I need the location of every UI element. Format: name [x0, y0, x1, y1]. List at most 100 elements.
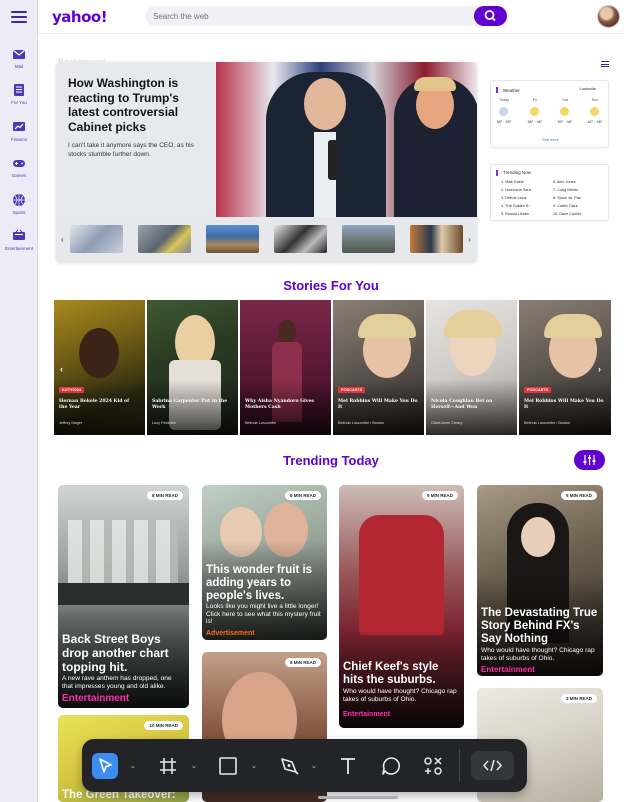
chevron-left-icon[interactable]: ‹	[60, 364, 63, 374]
hero-thumbnail[interactable]	[342, 225, 395, 253]
story-caption: Why Aisha Nyandoro Gives Mothers Cash	[245, 399, 314, 410]
sidebar-item-for-you[interactable]: For You	[0, 83, 38, 105]
yahoo-logo[interactable]: yahoo!	[52, 8, 108, 26]
hero-headline[interactable]: How Washington is reacting to Trump's la…	[68, 76, 204, 134]
hero-thumbnail[interactable]	[274, 225, 327, 253]
trending-item[interactable]: 2. Hurricane Sara	[501, 188, 531, 192]
frame-tool-button[interactable]	[155, 753, 181, 779]
menu-icon[interactable]	[601, 61, 609, 67]
sidebar-item-finance[interactable]: Finance	[0, 120, 38, 142]
hamburger-icon[interactable]	[11, 11, 27, 23]
trending-item[interactable]: 8. Tyson vs. Pau	[553, 196, 581, 200]
hero-thumbnail[interactable]	[138, 225, 191, 253]
read-time-badge: 3 MIN READ	[560, 694, 597, 703]
read-time-badge: 10 MIN READ	[144, 721, 183, 730]
story-byline: Belinda Luscombe	[245, 421, 277, 425]
story-caption: Hernan Bekele 2024 Kid of the Year	[59, 399, 130, 410]
weather-widget[interactable]: Weather Louisville Today Fri Sat Sun 58°…	[490, 80, 609, 148]
trending-item[interactable]: 9. Caitlin Clark	[553, 204, 578, 208]
tile-category: Entertainment	[343, 711, 391, 718]
weather-title: Weather	[503, 88, 520, 93]
pen-tool-button[interactable]	[276, 753, 302, 779]
story-card[interactable]: PODCASTS Mel Robbins Will Make You Do It…	[333, 300, 424, 435]
weather-location[interactable]: Louisville	[580, 86, 596, 91]
sports-icon	[13, 194, 25, 206]
finance-icon	[13, 122, 25, 131]
entertainment-icon	[13, 229, 25, 240]
weather-temps: 59° · 46°	[557, 120, 573, 124]
chevron-down-icon[interactable]: ⌄	[130, 762, 136, 770]
story-caption: Nicola Coughlan Bet on Herself—And Won	[431, 399, 493, 410]
hero-thumbnail[interactable]	[70, 225, 123, 253]
article-tile[interactable]: 9 MIN READ Chief Keef's style hits the s…	[339, 485, 464, 728]
hero-thumbnail[interactable]	[410, 225, 463, 253]
sidebar-item-sports[interactable]: Sports	[0, 193, 38, 215]
sun-icon	[530, 107, 539, 116]
sidebar-item-entertainment[interactable]: Entertainment	[0, 229, 38, 251]
avatar[interactable]	[597, 5, 620, 28]
sidebar-item-games[interactable]: Games	[0, 156, 38, 178]
story-card[interactable]: Nicola Coughlan Bet on Herself—And Won O…	[426, 300, 517, 435]
chevron-right-icon[interactable]: ›	[468, 235, 471, 244]
trending-item[interactable]: 7. Craig Melvin	[553, 188, 578, 192]
trending-item[interactable]: 3. Detroit Lions	[501, 196, 527, 200]
search-button[interactable]	[474, 6, 507, 26]
tile-category: Advertisement	[206, 630, 255, 637]
hero-image[interactable]	[216, 62, 477, 217]
components-tool-button[interactable]	[420, 753, 446, 779]
tile-category: Entertainment	[62, 693, 130, 704]
trending-today-heading: Trending Today	[283, 453, 379, 468]
tile-subtitle: Looks like you might live a little longe…	[206, 603, 321, 626]
trending-item[interactable]: 4. The Golden B.	[501, 204, 530, 208]
comment-tool-button[interactable]	[378, 753, 404, 779]
for-you-icon	[14, 84, 24, 96]
sidebar-item-mail[interactable]: Mail	[0, 47, 38, 69]
trending-item[interactable]: 1. Matt Gaetz	[501, 180, 524, 184]
chevron-down-icon[interactable]: ⌄	[251, 762, 257, 770]
weather-see-more-link[interactable]: See more	[491, 138, 610, 142]
weather-day: Today	[498, 98, 510, 102]
components-icon	[424, 757, 442, 775]
rectangle-tool-button[interactable]	[215, 753, 241, 779]
story-card[interactable]: KOTY2024 Hernan Bekele 2024 Kid of the Y…	[54, 300, 145, 435]
story-card[interactable]: Why Aisha Nyandoro Gives Mothers Cash Be…	[240, 300, 331, 435]
hero-card[interactable]: How Washington is reacting to Trump's la…	[56, 62, 477, 262]
trending-item[interactable]: 6. Alex Jones	[553, 180, 576, 184]
stories-heading: Stories For You	[283, 278, 379, 293]
hero-thumbnail[interactable]	[206, 225, 259, 253]
chevron-right-icon[interactable]: ›	[598, 364, 601, 374]
story-caption: Mel Robbins Will Make You Do It	[338, 399, 418, 410]
weather-day: Sun	[591, 98, 599, 102]
article-tile[interactable]: 8 MIN READ Back Street Boys drop another…	[58, 485, 189, 708]
sun-icon	[560, 107, 569, 116]
search-input[interactable]	[153, 9, 463, 23]
sun-icon	[590, 107, 599, 116]
article-tile[interactable]: 8 MIN READ This wonder fruit is adding y…	[202, 485, 327, 640]
chevron-down-icon[interactable]: ⌄	[191, 762, 197, 770]
move-tool-button[interactable]	[92, 753, 118, 779]
chevron-left-icon[interactable]: ‹	[61, 235, 64, 244]
story-caption: Sabrina Carpenter Put In the Work	[152, 399, 228, 410]
weather-temps: 56° · 46°	[527, 120, 543, 124]
trending-now-title: Trending Now	[503, 170, 531, 175]
trending-item[interactable]: 5. Russia-Ukrain	[501, 212, 529, 216]
code-icon	[482, 759, 503, 772]
cloud-icon	[499, 107, 508, 116]
story-tag: PODCASTS	[524, 387, 552, 393]
dev-mode-button[interactable]	[471, 751, 514, 780]
mail-icon	[13, 50, 25, 59]
chevron-down-icon[interactable]: ⌄	[311, 762, 317, 770]
text-tool-button[interactable]	[335, 753, 361, 779]
sidebar-item-label: Mail	[14, 64, 24, 69]
read-time-badge: 5 MIN READ	[560, 491, 597, 500]
article-tile[interactable]: 5 MIN READ The Devastating True Story Be…	[477, 485, 603, 676]
filter-button[interactable]	[574, 450, 605, 470]
story-card[interactable]: Sabrina Carpenter Put In the Work Lucy F…	[147, 300, 238, 435]
weather-day: Sat	[562, 98, 568, 102]
sliders-icon	[583, 455, 596, 465]
story-byline: Lucy Feldman	[152, 421, 176, 425]
trending-item[interactable]: 10. Dave Coulier	[553, 212, 581, 216]
hero-thumbnail-strip: ‹ ›	[56, 217, 477, 262]
pen-icon	[281, 758, 299, 775]
read-time-badge: 8 MIN READ	[284, 658, 321, 667]
